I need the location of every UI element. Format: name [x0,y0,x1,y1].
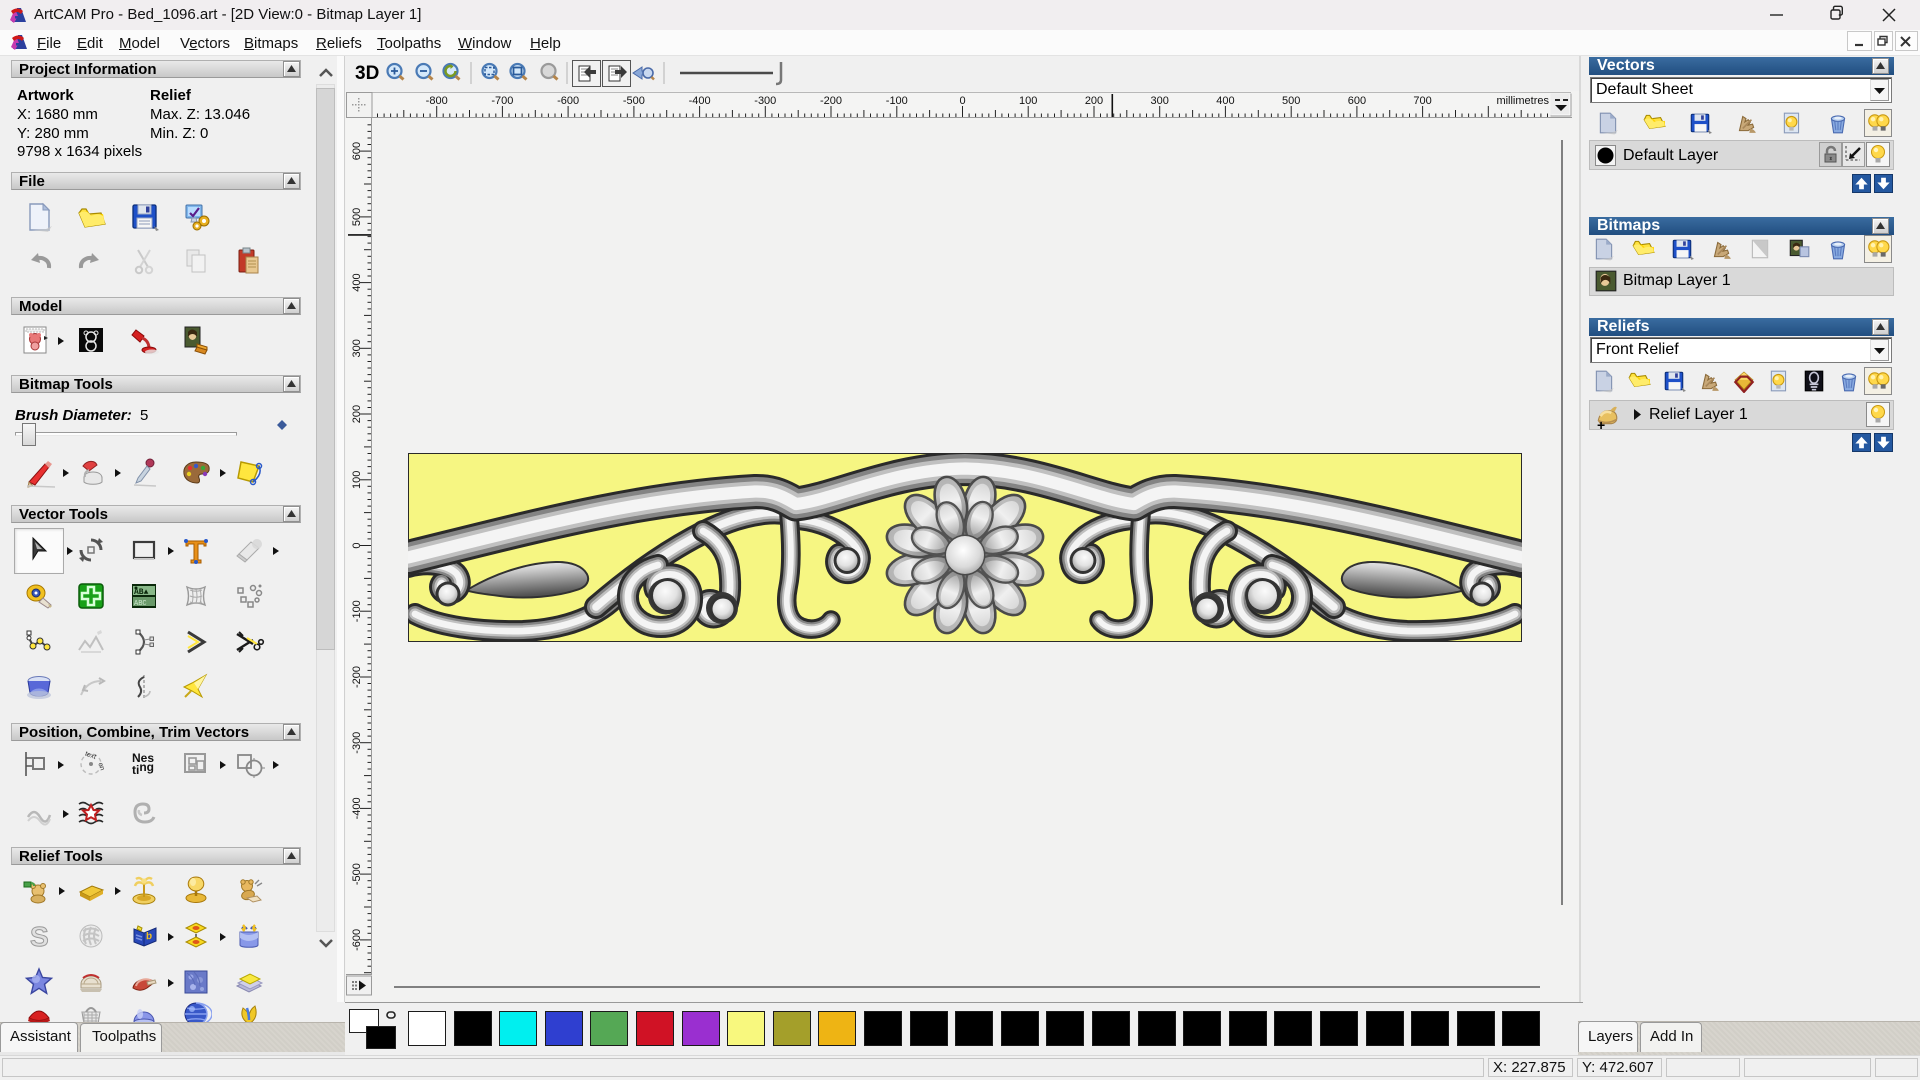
svg-text:-200: -200 [820,95,842,107]
svg-text:-600: -600 [351,929,363,951]
svg-text:ting: ting [132,760,154,777]
svg-text:-500: -500 [351,863,363,885]
svg-text:300: 300 [351,339,363,357]
svg-text:500: 500 [351,208,363,226]
svg-text:100: 100 [351,471,363,489]
svg-text:0: 0 [351,542,363,548]
svg-text:-300: -300 [351,732,363,754]
svg-text:-100: -100 [886,95,908,107]
svg-text:200: 200 [351,405,363,423]
svg-text:600: 600 [1348,95,1366,107]
svg-text:700: 700 [1413,95,1431,107]
svg-text:on: on [96,762,105,772]
svg-text:500: 500 [1282,95,1300,107]
svg-text:200: 200 [1085,95,1103,107]
svg-text:ABC: ABC [134,600,147,608]
svg-text:millimetres: millimetres [1496,95,1549,107]
svg-text:100: 100 [1019,95,1037,107]
svg-text:400: 400 [351,273,363,291]
svg-text:400: 400 [1216,95,1234,107]
svg-text:300: 300 [1151,95,1169,107]
svg-text:b: b [146,931,152,943]
svg-text:S: S [30,921,49,952]
svg-text:-100: -100 [351,600,363,622]
svg-text:-200: -200 [351,666,363,688]
svg-text:text: text [84,751,97,761]
svg-text:-600: -600 [557,95,579,107]
svg-text:-400: -400 [689,95,711,107]
svg-text:-800: -800 [426,95,448,107]
svg-text:0: 0 [959,95,965,107]
svg-text:-300: -300 [754,95,776,107]
svg-text:-400: -400 [351,797,363,819]
svg-text:-700: -700 [491,95,513,107]
svg-text:600: 600 [351,142,363,160]
svg-text:-500: -500 [623,95,645,107]
